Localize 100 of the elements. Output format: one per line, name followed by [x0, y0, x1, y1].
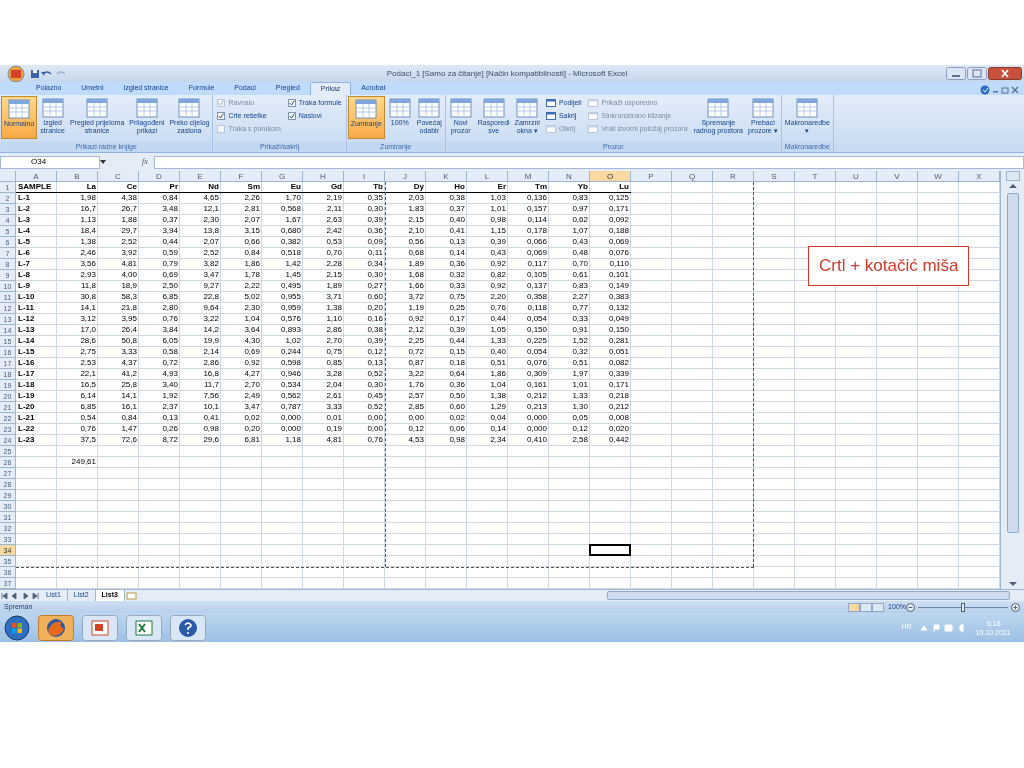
- column-header[interactable]: N: [549, 171, 590, 182]
- table-cell-text: 0,92: [489, 259, 507, 270]
- column-header[interactable]: D: [139, 171, 180, 182]
- column-header[interactable]: P: [631, 171, 672, 182]
- table-cell-text: 0,05: [571, 413, 589, 424]
- table-cell-text: 18,4: [79, 226, 97, 237]
- table-cell-text: 0,51: [571, 358, 589, 369]
- table-cell-text: 2,15: [407, 215, 425, 226]
- table-cell-text: 1,38: [325, 303, 343, 314]
- column-header[interactable]: U: [836, 171, 877, 182]
- table-cell-text: 0,383: [607, 292, 630, 303]
- close-icon[interactable]: [988, 67, 1022, 80]
- column-header[interactable]: I: [344, 171, 385, 182]
- table-cell-text: 9,64: [202, 303, 220, 314]
- table-cell: Yb: [549, 182, 590, 193]
- table-cell-text: 0,281: [607, 336, 630, 347]
- zoom-out-icon[interactable]: [906, 602, 915, 612]
- column-header[interactable]: E: [180, 171, 221, 182]
- table-cell-text: 0,58: [161, 347, 179, 358]
- column-header[interactable]: X: [959, 171, 1000, 182]
- table-cell-text: 2,14: [202, 347, 220, 358]
- column-header[interactable]: R: [713, 171, 754, 182]
- column-header[interactable]: S: [754, 171, 795, 182]
- table-cell-text: 0,787: [279, 402, 302, 413]
- name-box[interactable]: O34: [0, 155, 100, 169]
- column-header[interactable]: T: [795, 171, 836, 182]
- spreadsheet-app-icon[interactable]: [126, 614, 162, 641]
- table-cell-text: 16,8: [202, 369, 220, 380]
- column-header[interactable]: O: [590, 171, 631, 182]
- table-cell-text: 2,70: [243, 380, 261, 391]
- table-cell-text: 0,38: [448, 193, 466, 204]
- table-cell: Gd: [303, 182, 344, 193]
- column-header[interactable]: C: [98, 171, 139, 182]
- table-cell-text: 4,38: [120, 193, 138, 204]
- split-handle[interactable]: [1005, 171, 1020, 181]
- column-header[interactable]: A: [16, 171, 57, 182]
- column-header[interactable]: V: [877, 171, 918, 182]
- sheet-icon: [177, 97, 202, 119]
- table-cell-text: 2,22: [243, 281, 261, 292]
- table-cell-text: 0,150: [607, 325, 630, 336]
- table-cell-text: 0,30: [366, 380, 384, 391]
- restore-icon[interactable]: [1000, 85, 1010, 95]
- table-cell-text: 14,1: [120, 391, 138, 402]
- help-icon[interactable]: [170, 614, 206, 641]
- help-icon[interactable]: [980, 85, 990, 95]
- function-label[interactable]: fx: [142, 156, 148, 168]
- minimize-icon[interactable]: [946, 67, 966, 80]
- table-cell-text: 0,149: [607, 281, 630, 292]
- column-header[interactable]: M: [508, 171, 549, 182]
- column-header[interactable]: H: [303, 171, 344, 182]
- table-cell-text: 1,89: [325, 281, 343, 292]
- table-cell-text: 3,33: [120, 347, 138, 358]
- table-cell-text: 0,32: [571, 347, 589, 358]
- scroll-thumb[interactable]: [1006, 193, 1019, 533]
- table-cell-text: 1,47: [120, 424, 138, 435]
- sheet-icon: [387, 97, 412, 119]
- column-header[interactable]: Q: [672, 171, 713, 182]
- table-cell-text: 1,29: [489, 402, 507, 413]
- column-header[interactable]: J: [385, 171, 426, 182]
- column-header[interactable]: G: [262, 171, 303, 182]
- table-cell-text: 1,42: [284, 259, 302, 270]
- table-cell-text: 0,40: [448, 215, 466, 226]
- table-cell-text: 0,06: [448, 424, 466, 435]
- table-cell-text: 3,47: [202, 270, 220, 281]
- table-cell-text: 12,1: [202, 204, 220, 215]
- table-cell-text: 1,18: [284, 435, 302, 446]
- column-header[interactable]: L: [467, 171, 508, 182]
- column-header[interactable]: K: [426, 171, 467, 182]
- zoom-in-icon[interactable]: [1011, 602, 1020, 612]
- formula-field[interactable]: [153, 155, 1024, 169]
- presentation-app-icon[interactable]: [82, 614, 118, 641]
- column-header[interactable]: B: [57, 171, 98, 182]
- table-cell: SAMPLE: [16, 182, 57, 193]
- column-header[interactable]: W: [918, 171, 959, 182]
- sheet-navigation-icon[interactable]: [0, 591, 40, 600]
- table-cell-text: 8,72: [161, 435, 179, 446]
- table-cell-text: 0,069: [607, 237, 630, 248]
- table-cell-text: 0,97: [571, 204, 589, 215]
- cell-cursor[interactable]: [589, 544, 631, 556]
- table-cell-text: 41,2: [120, 369, 138, 380]
- table-cell-text: 1,13: [79, 215, 97, 226]
- column-header[interactable]: F: [221, 171, 262, 182]
- table-cell-text: 2,15: [325, 270, 343, 281]
- table-cell-text: 3,84: [161, 325, 179, 336]
- close-icon[interactable]: [1010, 85, 1020, 95]
- table-cell-text: 0,83: [571, 193, 589, 204]
- browser-icon[interactable]: [38, 614, 74, 641]
- table-cell-text: 0,68: [407, 248, 425, 259]
- table-cell-text: 0,051: [607, 347, 630, 358]
- start-button-icon[interactable]: [4, 614, 30, 641]
- table-cell-text: 1,15: [489, 226, 507, 237]
- horizontal-scrollbar[interactable]: [606, 591, 1010, 600]
- table-cell-text: 1,02: [284, 336, 302, 347]
- table-cell-text: 14,2: [202, 325, 220, 336]
- table-cell-text: 2,37: [161, 402, 179, 413]
- sheet-icon: [515, 97, 540, 119]
- slider-thumb[interactable]: [961, 602, 965, 612]
- dropdown-icon[interactable]: [100, 160, 106, 164]
- table-cell-text: 1,04: [243, 314, 261, 325]
- table-cell-text: L-16: [17, 358, 36, 369]
